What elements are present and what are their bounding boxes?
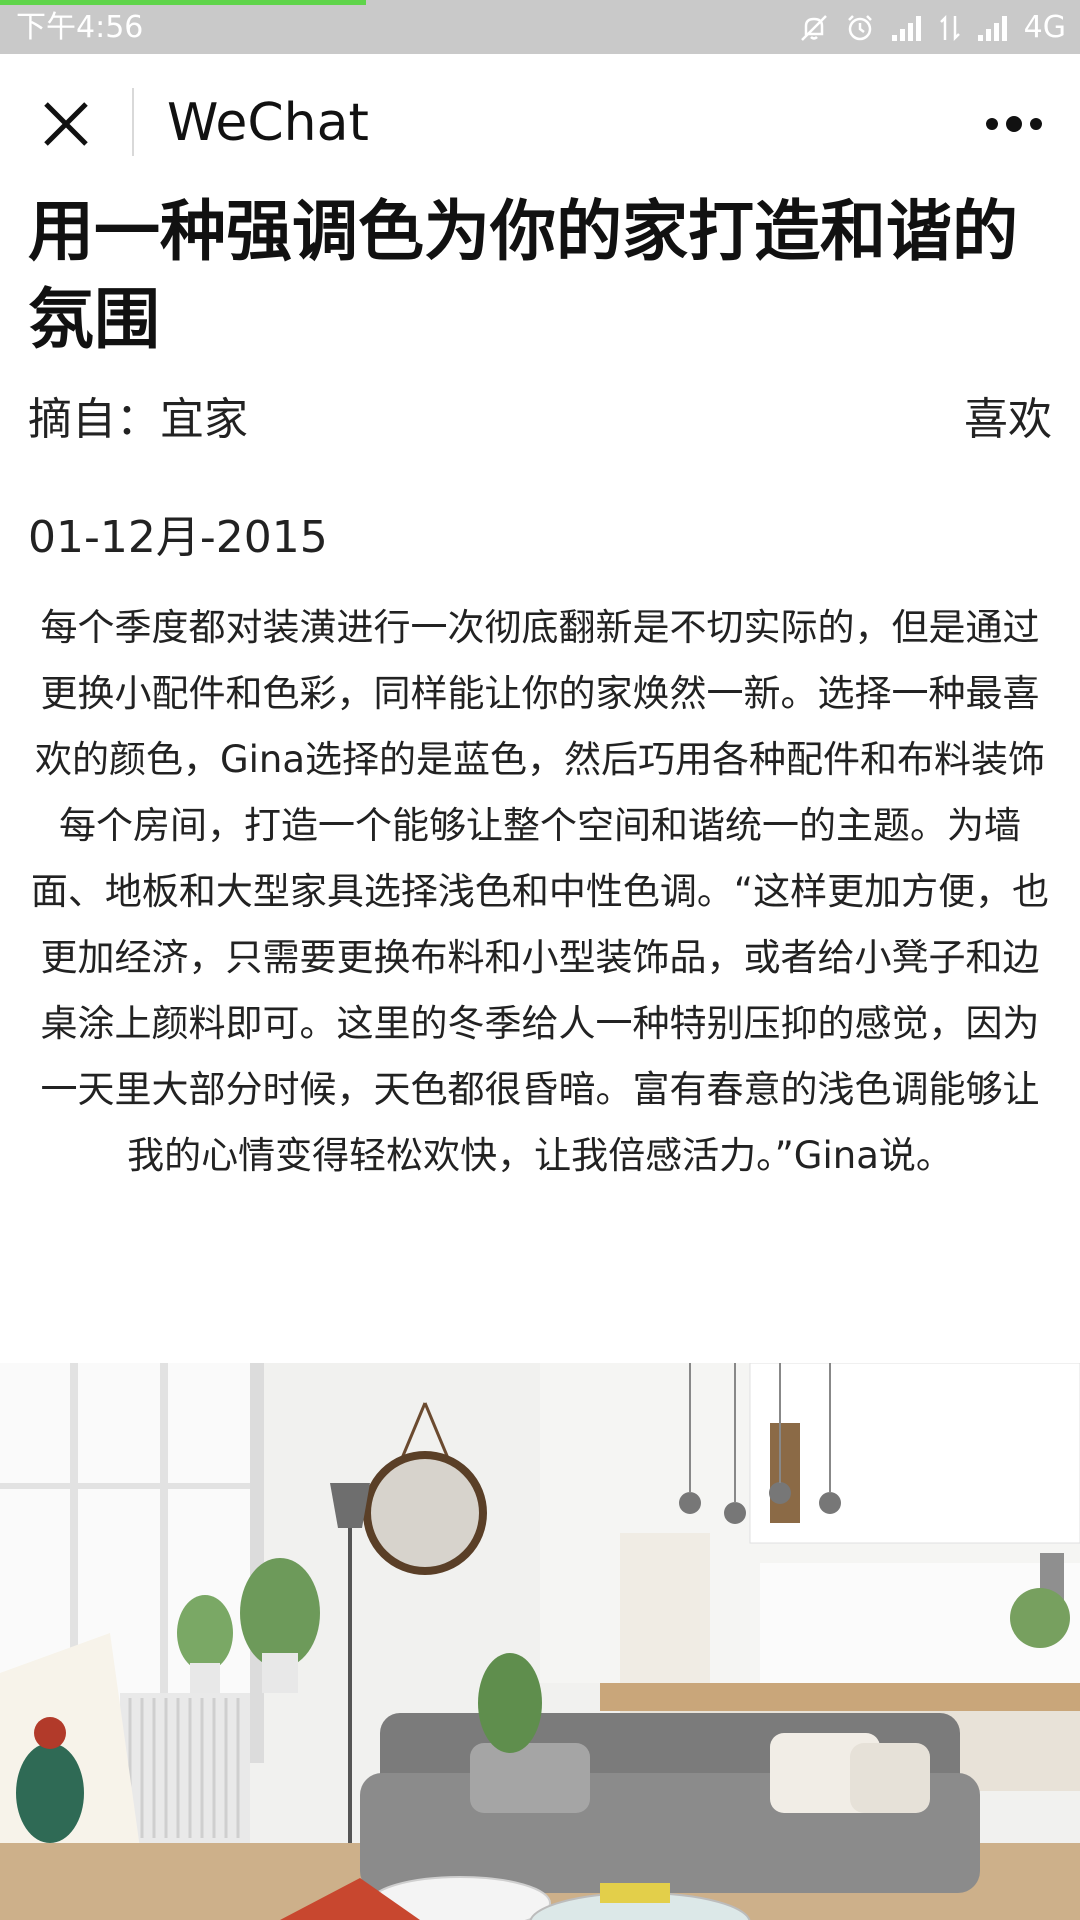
nav-divider — [132, 88, 134, 156]
living-room-photo — [0, 1363, 1080, 1920]
source-name[interactable]: 宜家 — [160, 394, 248, 445]
status-icons: 4G — [798, 6, 1066, 50]
more-button[interactable] — [984, 106, 1044, 142]
source-label: 摘自： — [28, 394, 160, 445]
mute-icon — [798, 12, 830, 44]
article-title: 用一种强调色为你的家打造和谐的氛围 — [28, 193, 1018, 358]
article-body: 每个季度都对装潢进行一次彻底翻新是不切实际的，但是通过更换小配件和色彩，同样能让… — [30, 606, 1050, 1177]
network-type: 4G — [1023, 10, 1066, 45]
close-icon — [44, 102, 88, 146]
nav-bar: WeChat — [0, 54, 1080, 190]
signal-icon — [890, 13, 924, 43]
close-button[interactable] — [36, 94, 96, 154]
like-button[interactable]: 喜欢 — [964, 392, 1052, 448]
status-time: 下午4:56 — [16, 10, 144, 45]
data-transfer-icon — [938, 12, 962, 44]
alarm-icon — [844, 12, 876, 44]
article-source: 摘自：宜家 — [28, 392, 248, 448]
signal-icon — [976, 13, 1010, 43]
status-bar: 下午4:56 4G — [0, 0, 1080, 54]
page-load-progress — [0, 0, 366, 5]
article-date: 01-12月-2015 — [28, 512, 328, 563]
more-dots-icon — [986, 116, 1042, 132]
nav-title: WeChat — [167, 93, 369, 153]
